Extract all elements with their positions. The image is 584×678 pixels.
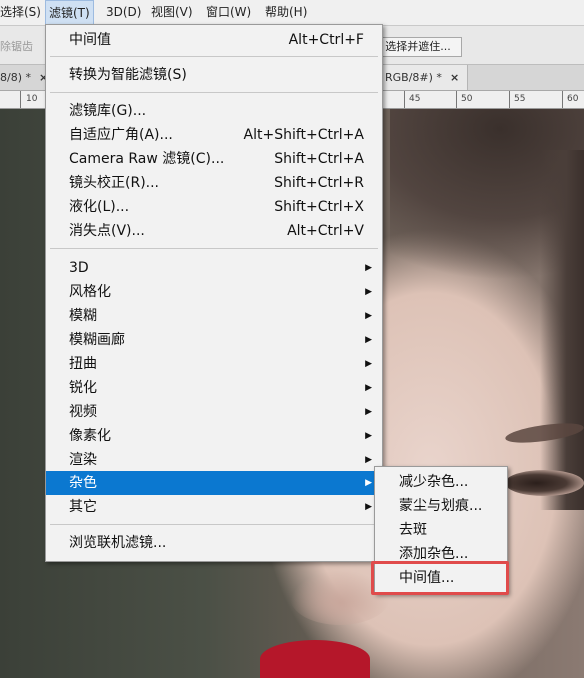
- submenu-item-stylize[interactable]: 风格化 ▶: [46, 280, 382, 304]
- menu-item-label: 蒙尘与划痕...: [399, 498, 483, 514]
- menu-item-label: 减少杂色...: [399, 474, 469, 490]
- menu-item-dust-scratches[interactable]: 蒙尘与划痕...: [375, 494, 507, 518]
- ruler-label: 10: [26, 94, 38, 104]
- ruler-tick: [509, 91, 510, 108]
- menu-item-label: 3D: [69, 260, 89, 276]
- menu-item-adaptive-wide-angle[interactable]: 自适应广角(A)... Alt+Shift+Ctrl+A: [46, 123, 382, 147]
- menu-item-label: 自适应广角(A)...: [69, 127, 173, 143]
- menu-item-label: 浏览联机滤镜...: [69, 535, 167, 551]
- menu-item-last-filter[interactable]: 中间值 Alt+Ctrl+F: [46, 28, 382, 52]
- menu-item-convert-smart-filter[interactable]: 转换为智能滤镜(S): [46, 63, 382, 87]
- menu-item-despeckle[interactable]: 去斑: [375, 518, 507, 542]
- menu-item-camera-raw[interactable]: Camera Raw 滤镜(C)... Shift+Ctrl+A: [46, 147, 382, 171]
- ruler-label: 45: [409, 94, 421, 104]
- menu-item-label: 锐化: [69, 380, 97, 396]
- submenu-item-sharpen[interactable]: 锐化 ▶: [46, 376, 382, 400]
- menu-item-label: 模糊: [69, 308, 97, 324]
- menu-item-shortcut: Alt+Ctrl+V: [287, 223, 364, 239]
- submenu-arrow-icon: ▶: [365, 263, 372, 273]
- menu-select[interactable]: 选择(S): [0, 0, 41, 25]
- ruler-label: 60: [567, 94, 579, 104]
- submenu-item-blur[interactable]: 模糊 ▶: [46, 304, 382, 328]
- submenu-arrow-icon: ▶: [365, 359, 372, 369]
- menu-item-label: 去斑: [399, 522, 427, 538]
- submenu-arrow-icon: ▶: [365, 335, 372, 345]
- submenu-item-pixelate[interactable]: 像素化 ▶: [46, 424, 382, 448]
- menu-item-label: 液化(L)...: [69, 199, 130, 215]
- menu-item-filter-gallery[interactable]: 滤镜库(G)...: [46, 99, 382, 123]
- annotation-highlight-box: [371, 561, 509, 595]
- submenu-item-other[interactable]: 其它 ▶: [46, 495, 382, 519]
- ruler-label: 50: [461, 94, 473, 104]
- menu-item-shortcut: Shift+Ctrl+X: [274, 199, 364, 215]
- menu-item-label: 模糊画廊: [69, 332, 125, 348]
- ruler-tick: [456, 91, 457, 108]
- menu-item-label: 其它: [69, 499, 97, 515]
- close-icon[interactable]: ×: [450, 71, 459, 84]
- menu-item-label: 渲染: [69, 452, 97, 468]
- submenu-item-render[interactable]: 渲染 ▶: [46, 448, 382, 472]
- menu-item-shortcut: Shift+Ctrl+A: [274, 151, 364, 167]
- menu-divider: [50, 92, 378, 93]
- submenu-arrow-icon: ▶: [365, 311, 372, 321]
- photo-lips: [260, 640, 370, 678]
- menu-item-shortcut: Alt+Shift+Ctrl+A: [243, 127, 364, 143]
- menu-item-label: Camera Raw 滤镜(C)...: [69, 151, 225, 167]
- menu-item-label: 消失点(V)...: [69, 223, 145, 239]
- submenu-item-blur-gallery[interactable]: 模糊画廊 ▶: [46, 328, 382, 352]
- menu-item-label: 滤镜库(G)...: [69, 103, 147, 119]
- submenu-item-noise[interactable]: 杂色 ▶: [46, 471, 382, 495]
- menu-divider: [50, 56, 378, 57]
- photo-hair-side: [540, 150, 584, 510]
- menu-item-lens-correction[interactable]: 镜头校正(R)... Shift+Ctrl+R: [46, 171, 382, 195]
- app-menubar: 选择(S) 滤镜(T) 3D(D) 视图(V) 窗口(W) 帮助(H): [0, 0, 584, 26]
- ruler-label: 55: [514, 94, 526, 104]
- menu-item-label: 中间值: [69, 32, 111, 48]
- menu-item-liquify[interactable]: 液化(L)... Shift+Ctrl+X: [46, 195, 382, 219]
- menu-window[interactable]: 窗口(W): [206, 0, 251, 25]
- tab-label: 8/8) *: [0, 71, 31, 84]
- submenu-arrow-icon: ▶: [365, 431, 372, 441]
- submenu-item-video[interactable]: 视频 ▶: [46, 400, 382, 424]
- menu-item-vanishing-point[interactable]: 消失点(V)... Alt+Ctrl+V: [46, 219, 382, 243]
- menu-item-label: 杂色: [69, 475, 97, 491]
- photo-eye: [505, 470, 584, 496]
- menu-item-label: 扭曲: [69, 356, 97, 372]
- submenu-arrow-icon: ▶: [365, 455, 372, 465]
- menu-item-label: 风格化: [69, 284, 111, 300]
- select-and-mask-button[interactable]: 选择并遮住...: [374, 37, 462, 57]
- anti-alias-label: 除锯齿: [0, 40, 33, 53]
- menu-help[interactable]: 帮助(H): [265, 0, 307, 25]
- menu-item-label: 像素化: [69, 428, 111, 444]
- submenu-arrow-icon: ▶: [365, 287, 372, 297]
- submenu-item-3d[interactable]: 3D ▶: [46, 256, 382, 280]
- menu-item-label: 镜头校正(R)...: [69, 175, 160, 191]
- submenu-arrow-icon: ▶: [365, 407, 372, 417]
- ruler-tick: [562, 91, 563, 108]
- menu-item-browse-online-filters[interactable]: 浏览联机滤镜...: [46, 531, 382, 555]
- ruler-tick: [404, 91, 405, 108]
- filter-menu: 中间值 Alt+Ctrl+F 转换为智能滤镜(S) 滤镜库(G)... 自适应广…: [45, 24, 383, 562]
- menu-item-shortcut: Shift+Ctrl+R: [274, 175, 364, 191]
- menu-item-shortcut: Alt+Ctrl+F: [288, 32, 364, 48]
- ruler-tick: [20, 91, 21, 108]
- menu-item-reduce-noise[interactable]: 减少杂色...: [375, 470, 507, 494]
- tab-document-2[interactable]: RGB/8#) * ×: [376, 65, 469, 90]
- tab-label: RGB/8#) *: [385, 71, 442, 84]
- submenu-arrow-icon: ▶: [365, 383, 372, 393]
- menu-view[interactable]: 视图(V): [151, 0, 193, 25]
- menu-filter[interactable]: 滤镜(T): [45, 0, 94, 25]
- menu-divider: [50, 248, 378, 249]
- submenu-arrow-icon: ▶: [365, 478, 372, 488]
- menu-item-label: 转换为智能滤镜(S): [69, 67, 187, 83]
- menu-divider: [50, 524, 378, 525]
- submenu-arrow-icon: ▶: [365, 502, 372, 512]
- menu-item-label: 视频: [69, 404, 97, 420]
- menu-3d[interactable]: 3D(D): [106, 0, 141, 25]
- submenu-item-distort[interactable]: 扭曲 ▶: [46, 352, 382, 376]
- tab-document-1[interactable]: 8/8) * ×: [0, 65, 48, 90]
